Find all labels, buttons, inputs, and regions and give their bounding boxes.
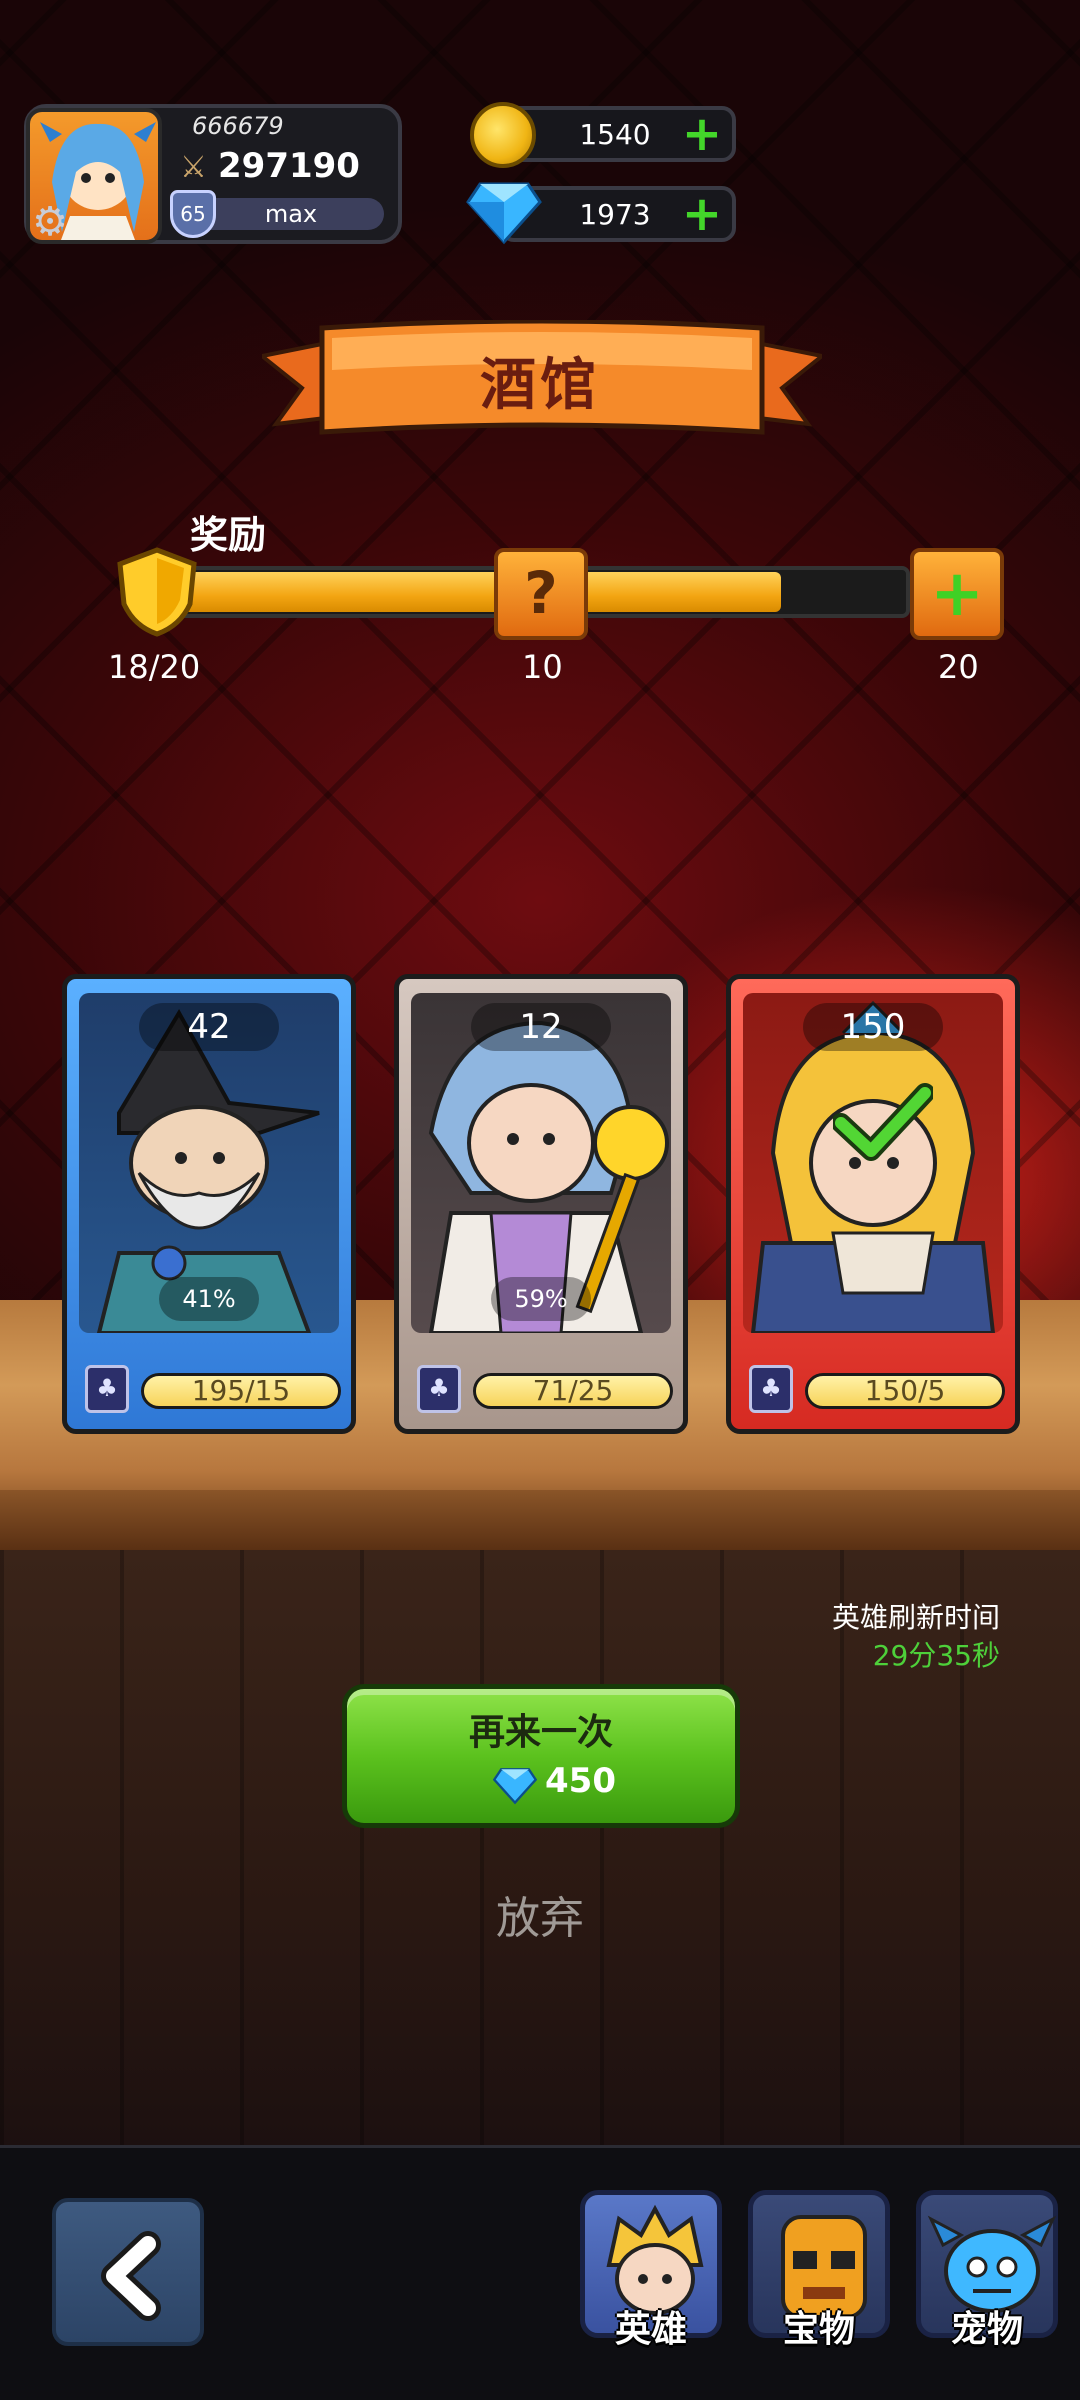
- combat-power: 297190: [218, 146, 360, 186]
- card-footer: ♣ 150/5: [743, 1365, 1007, 1415]
- gem-icon: [493, 1768, 537, 1805]
- hero-card-priestess[interactable]: 12 59% ♣ 71/25: [394, 974, 688, 1434]
- game-screen: ⚙ 666679 ⚔ 297190 65 max 1540 + 1973 + 酒…: [0, 0, 1080, 2400]
- level-badge: 65: [170, 190, 216, 238]
- hero-card-knight[interactable]: 150 ♣ 150/5: [726, 974, 1020, 1434]
- reward-label: 奖励: [190, 513, 267, 557]
- hero-percent: 59%: [491, 1277, 591, 1321]
- page-title: 酒馆: [480, 353, 600, 418]
- gear-icon[interactable]: ⚙: [28, 200, 72, 244]
- back-arrow-icon: [101, 2231, 161, 2321]
- shield-icon: [117, 547, 197, 637]
- hero-portrait-wizard: 42 41%: [79, 993, 339, 1333]
- add-coins-plus-icon[interactable]: +: [680, 110, 724, 158]
- refresh-timer: 29分35秒: [872, 1639, 1000, 1672]
- reward-milestone-mid: 10: [522, 648, 563, 686]
- table-edge: [0, 1490, 1080, 1550]
- player-id: 666679: [192, 112, 284, 140]
- hero-count: 12: [471, 1003, 611, 1051]
- deck-icon: ♣: [417, 1365, 461, 1413]
- reward-milestone-end: 20: [938, 648, 979, 686]
- give-up-button[interactable]: 放弃: [440, 1882, 640, 1946]
- fragment-progress: 71/25: [473, 1373, 673, 1409]
- nav-heroes-label: 英雄: [614, 2309, 687, 2350]
- hero-portrait-priestess: 12 59%: [411, 993, 671, 1333]
- nav-pets-label: 宠物: [950, 2309, 1023, 2350]
- summon-again-button[interactable]: 再来一次 450: [342, 1684, 740, 1828]
- fragment-progress: 195/15: [141, 1373, 341, 1409]
- level-status: max: [264, 200, 318, 228]
- refresh-label: 英雄刷新时间: [831, 1601, 1000, 1634]
- deck-icon: ♣: [749, 1365, 793, 1413]
- reward-progress-fill: [144, 572, 781, 612]
- mystery-reward-icon[interactable]: ?: [494, 548, 588, 640]
- fragment-progress: 150/5: [805, 1373, 1005, 1409]
- check-icon: [833, 1083, 933, 1161]
- gem-icon: [466, 182, 542, 245]
- reward-current: 18/20: [108, 648, 201, 686]
- hero-card-wizard[interactable]: 42 41% ♣ 195/15: [62, 974, 356, 1434]
- sword-icon: ⚔: [180, 150, 207, 185]
- nav-treasures-label: 宝物: [782, 2309, 855, 2350]
- hero-count: 42: [139, 1003, 279, 1051]
- hero-percent: 41%: [159, 1277, 259, 1321]
- coin-icon: [470, 102, 536, 168]
- hero-portrait-knight: 150: [743, 993, 1003, 1333]
- summon-again-label: 再来一次: [468, 1712, 613, 1753]
- coin-amount: 1540: [579, 118, 651, 151]
- hero-count: 150: [803, 1003, 943, 1051]
- add-gems-plus-icon[interactable]: +: [680, 190, 724, 238]
- reward-plus-icon[interactable]: +: [910, 548, 1004, 640]
- gem-amount: 1973: [579, 198, 651, 231]
- deck-icon: ♣: [85, 1365, 129, 1413]
- card-footer: ♣ 195/15: [79, 1365, 343, 1415]
- card-footer: ♣ 71/25: [411, 1365, 675, 1415]
- back-button[interactable]: [52, 2198, 204, 2346]
- summon-cost: 450: [545, 1761, 616, 1801]
